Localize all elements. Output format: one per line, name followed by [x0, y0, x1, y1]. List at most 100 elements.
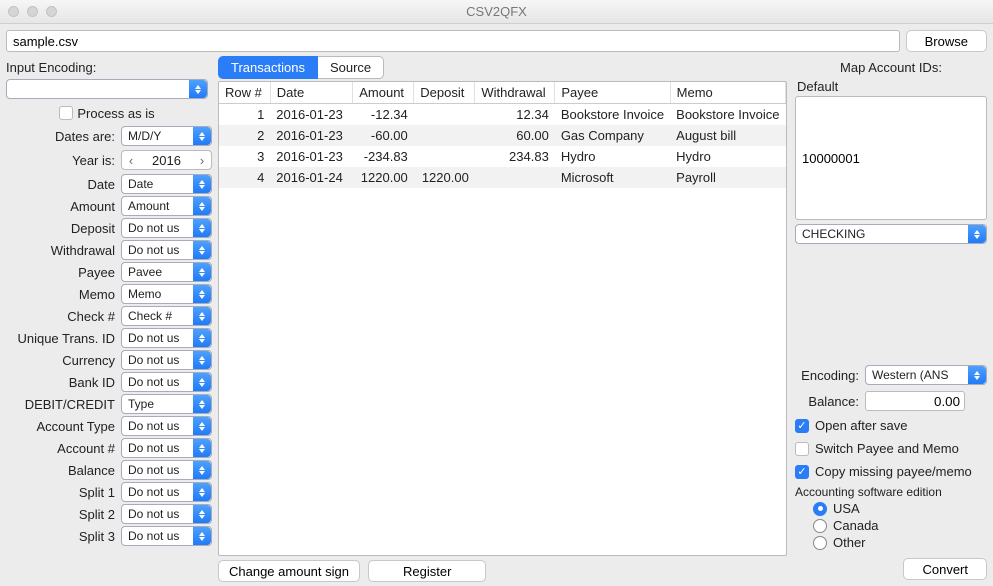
cell-row-num: 4: [219, 167, 270, 188]
column-header[interactable]: Memo: [670, 82, 785, 104]
field-label: Split 3: [2, 529, 117, 544]
output-encoding-select[interactable]: Western (ANS: [865, 365, 987, 385]
radio-canada[interactable]: [813, 519, 827, 533]
column-header[interactable]: Row #: [219, 82, 270, 104]
chevron-updown-icon: [193, 263, 211, 281]
field-select-value: Do not us: [128, 243, 179, 257]
file-path-input[interactable]: [6, 30, 900, 52]
tab-transactions[interactable]: Transactions: [218, 56, 318, 79]
chevron-updown-icon: [193, 197, 211, 215]
field-select-withdrawal[interactable]: Do not us: [121, 240, 212, 260]
convert-button[interactable]: Convert: [903, 558, 987, 580]
field-label: Deposit: [2, 221, 117, 236]
table-row[interactable]: 22016-01-23-60.0060.00Gas CompanyAugust …: [219, 125, 786, 146]
column-header[interactable]: Date: [270, 82, 352, 104]
open-after-save-checkbox[interactable]: ✓: [795, 419, 809, 433]
field-select-balance[interactable]: Do not us: [121, 460, 212, 480]
output-encoding-value: Western (ANS: [872, 368, 948, 382]
chevron-updown-icon: [193, 351, 211, 369]
field-label: Date: [2, 177, 117, 192]
cell-amount: 1220.00: [353, 167, 414, 188]
field-select-payee[interactable]: Pavee: [121, 262, 212, 282]
map-account-ids-label: Map Account IDs:: [795, 60, 987, 75]
dates-are-label: Dates are:: [2, 129, 117, 144]
column-header[interactable]: Withdrawal: [475, 82, 555, 104]
field-select-check-[interactable]: Check #: [121, 306, 212, 326]
table-row[interactable]: 32016-01-23-234.83234.83HydroHydro: [219, 146, 786, 167]
field-select-value: Do not us: [128, 485, 179, 499]
balance-label: Balance:: [795, 394, 859, 409]
year-is-label: Year is:: [2, 153, 117, 168]
field-label: Balance: [2, 463, 117, 478]
column-header[interactable]: Payee: [555, 82, 670, 104]
field-select-split-2[interactable]: Do not us: [121, 504, 212, 524]
cell-amount: -234.83: [353, 146, 414, 167]
transactions-grid[interactable]: Row #DateAmountDepositWithdrawalPayeeMem…: [218, 81, 787, 556]
field-select-value: Do not us: [128, 331, 179, 345]
field-select-value: Do not us: [128, 463, 179, 477]
field-label: Bank ID: [2, 375, 117, 390]
radio-other[interactable]: [813, 536, 827, 550]
year-stepper[interactable]: ‹ 2016 ›: [121, 150, 212, 170]
field-select-value: Do not us: [128, 529, 179, 543]
field-select-value: Pavee: [128, 265, 162, 279]
right-panel: Map Account IDs: Default CHECKING Encodi…: [791, 56, 993, 584]
account-id-input[interactable]: [795, 96, 987, 220]
cell-memo: Hydro: [670, 146, 785, 167]
balance-input[interactable]: [865, 391, 965, 411]
chevron-updown-icon: [193, 527, 211, 545]
cell-row-num: 3: [219, 146, 270, 167]
change-amount-sign-button[interactable]: Change amount sign: [218, 560, 360, 582]
cell-memo: August bill: [670, 125, 785, 146]
radio-canada-label: Canada: [833, 518, 879, 533]
field-select-debit-credit[interactable]: Type: [121, 394, 212, 414]
field-select-unique-trans-id[interactable]: Do not us: [121, 328, 212, 348]
cell-payee: Microsoft: [555, 167, 670, 188]
column-header[interactable]: Deposit: [414, 82, 475, 104]
field-select-account-type[interactable]: Do not us: [121, 416, 212, 436]
cell-date: 2016-01-23: [270, 125, 352, 146]
field-select-date[interactable]: Date: [121, 174, 212, 194]
field-select-split-3[interactable]: Do not us: [121, 526, 212, 546]
copy-missing-checkbox[interactable]: ✓: [795, 465, 809, 479]
window-title: CSV2QFX: [0, 4, 993, 19]
field-select-account-[interactable]: Do not us: [121, 438, 212, 458]
chevron-updown-icon: [193, 329, 211, 347]
field-select-split-1[interactable]: Do not us: [121, 482, 212, 502]
register-button[interactable]: Register: [368, 560, 486, 582]
field-select-value: Memo: [128, 287, 161, 301]
year-value: 2016: [140, 153, 193, 168]
field-select-value: Do not us: [128, 441, 179, 455]
tab-source[interactable]: Source: [318, 56, 384, 79]
cell-row-num: 2: [219, 125, 270, 146]
chevron-left-icon[interactable]: ‹: [122, 153, 140, 168]
radio-usa[interactable]: [813, 502, 827, 516]
table-row[interactable]: 42016-01-241220.001220.00MicrosoftPayrol…: [219, 167, 786, 188]
cell-withdrawal: 60.00: [475, 125, 555, 146]
chevron-updown-icon: [193, 307, 211, 325]
switch-payee-memo-checkbox[interactable]: [795, 442, 809, 456]
process-as-is-checkbox[interactable]: [59, 106, 73, 120]
input-encoding-select[interactable]: [6, 79, 208, 99]
field-select-deposit[interactable]: Do not us: [121, 218, 212, 238]
default-label: Default: [797, 79, 987, 94]
cell-date: 2016-01-24: [270, 167, 352, 188]
cell-deposit: [414, 125, 475, 146]
cell-withdrawal: 234.83: [475, 146, 555, 167]
dates-are-select[interactable]: M/D/Y: [121, 126, 212, 146]
field-select-value: Do not us: [128, 507, 179, 521]
column-header[interactable]: Amount: [353, 82, 414, 104]
cell-withdrawal: 12.34: [475, 104, 555, 126]
table-row[interactable]: 12016-01-23-12.3412.34Bookstore InvoiceB…: [219, 104, 786, 126]
browse-button[interactable]: Browse: [906, 30, 987, 52]
field-select-value: Do not us: [128, 375, 179, 389]
account-type-select[interactable]: CHECKING: [795, 224, 987, 244]
chevron-updown-icon: [193, 175, 211, 193]
field-select-currency[interactable]: Do not us: [121, 350, 212, 370]
chevron-updown-icon: [193, 417, 211, 435]
field-select-bank-id[interactable]: Do not us: [121, 372, 212, 392]
chevron-right-icon[interactable]: ›: [193, 153, 211, 168]
field-select-memo[interactable]: Memo: [121, 284, 212, 304]
field-select-amount[interactable]: Amount: [121, 196, 212, 216]
process-as-is-label: Process as is: [77, 106, 154, 121]
